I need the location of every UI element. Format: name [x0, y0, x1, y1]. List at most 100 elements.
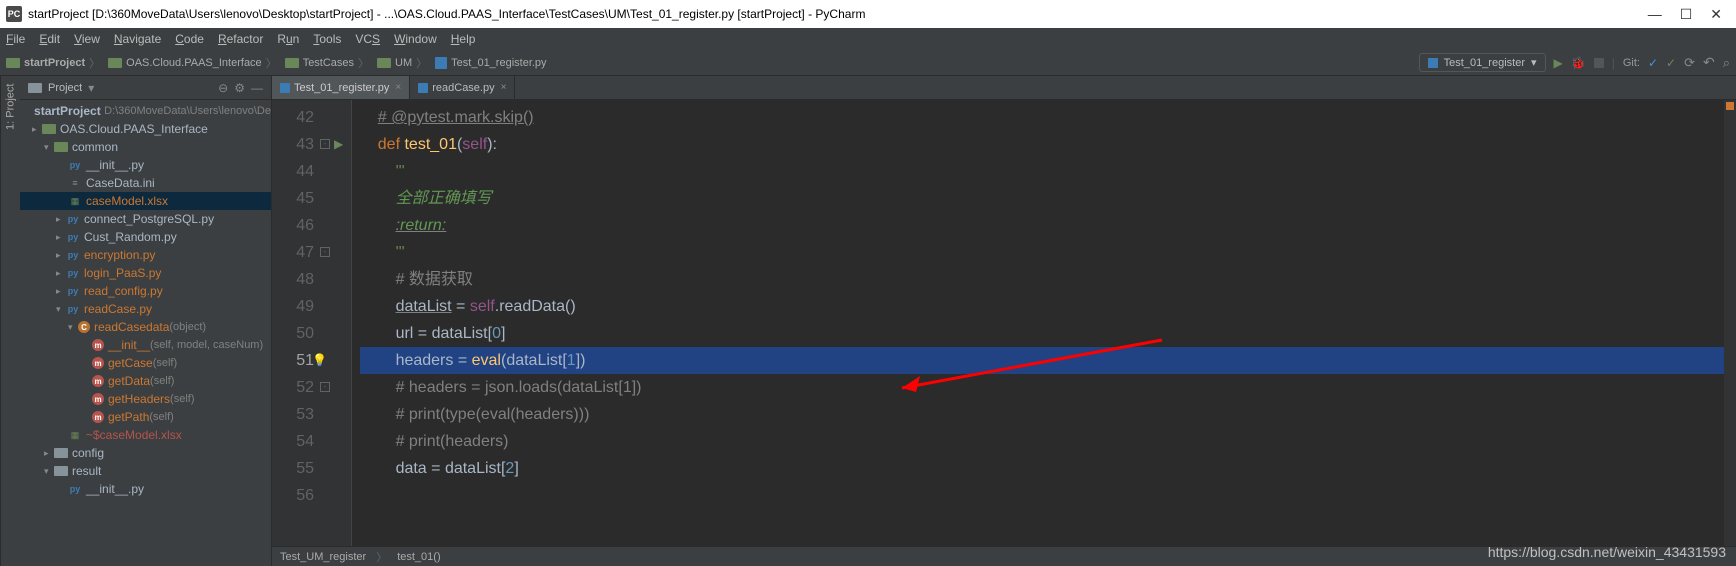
git-update-icon[interactable]: ✓: [1648, 56, 1658, 70]
python-icon: py: [66, 249, 80, 261]
python-icon: [418, 83, 428, 93]
breadcrumb-method[interactable]: test_01(): [397, 551, 440, 563]
method-icon: m: [92, 375, 104, 387]
maximize-icon[interactable]: ☐: [1680, 6, 1693, 23]
close-icon[interactable]: ✕: [1710, 6, 1722, 23]
tree-item[interactable]: py__init__.py: [20, 480, 271, 498]
menu-view[interactable]: View: [74, 32, 100, 46]
tree-item[interactable]: mgetCase(self): [20, 354, 271, 372]
menu-file[interactable]: File: [6, 32, 25, 46]
run-config-selector[interactable]: Test_01_register▾: [1419, 53, 1546, 72]
tree-item[interactable]: ▾pyreadCase.py: [20, 300, 271, 318]
tree-item[interactable]: ▸pyencryption.py: [20, 246, 271, 264]
fold-icon[interactable]: -: [320, 382, 330, 392]
python-icon: [1428, 58, 1438, 68]
watermark: https://blog.csdn.net/weixin_43431593: [1488, 544, 1726, 560]
run-gutter: ▶ 💡: [332, 100, 352, 546]
tree-item[interactable]: ▾CreadCasedata(object): [20, 318, 271, 336]
python-icon: py: [66, 231, 80, 243]
run-button[interactable]: ▶: [1554, 56, 1563, 70]
code-content[interactable]: # @pytest.mark.skip() def test_01(self):…: [352, 100, 1724, 546]
python-icon: py: [66, 213, 80, 225]
gear-icon[interactable]: ⚙: [234, 81, 245, 95]
python-icon: py: [66, 267, 80, 279]
project-tree[interactable]: startProject D:\360MoveData\Users\lenovo…: [20, 100, 271, 566]
fold-icon[interactable]: -: [320, 247, 330, 257]
tree-item[interactable]: py__init__.py: [20, 156, 271, 174]
hide-icon[interactable]: —: [251, 81, 263, 95]
editor-tabs: Test_01_register.py× readCase.py×: [272, 76, 1736, 100]
xlsx-icon: ▦: [68, 429, 82, 441]
crumb-root[interactable]: startProject: [24, 57, 85, 69]
code-editor[interactable]: 42 43- 44 45 46 47- 48 49 50 51 52- 53 5…: [272, 100, 1736, 546]
menu-vcs[interactable]: VCS: [355, 32, 380, 46]
tree-item[interactable]: ≡CaseData.ini: [20, 174, 271, 192]
tree-item[interactable]: ▸pyconnect_PostgreSQL.py: [20, 210, 271, 228]
menu-help[interactable]: Help: [451, 32, 476, 46]
search-everywhere-icon[interactable]: ⌕: [1723, 55, 1730, 71]
tree-item[interactable]: ▸pylogin_PaaS.py: [20, 264, 271, 282]
tree-item[interactable]: ▾common: [20, 138, 271, 156]
window-title: startProject [D:\360MoveData\Users\lenov…: [28, 7, 1648, 21]
chevron-down-icon: ▾: [1531, 56, 1537, 69]
warning-marker[interactable]: [1726, 102, 1734, 110]
menu-window[interactable]: Window: [394, 32, 437, 46]
chevron-down-icon[interactable]: ▾: [88, 81, 94, 95]
python-icon: py: [66, 303, 80, 315]
folder-icon: [54, 466, 68, 476]
git-revert-icon[interactable]: ↶: [1703, 54, 1715, 71]
crumb-3[interactable]: UM: [395, 57, 412, 69]
folder-icon: [108, 58, 122, 68]
crumb-file[interactable]: Test_01_register.py: [451, 57, 546, 69]
menu-run[interactable]: Run: [277, 32, 299, 46]
error-stripe[interactable]: [1724, 100, 1736, 546]
tree-root[interactable]: startProject D:\360MoveData\Users\lenovo…: [20, 102, 271, 120]
close-tab-icon[interactable]: ×: [395, 82, 401, 93]
menu-refactor[interactable]: Refactor: [218, 32, 263, 46]
run-test-icon[interactable]: ▶: [334, 137, 343, 151]
tree-item[interactable]: ▾result: [20, 462, 271, 480]
method-icon: m: [92, 339, 104, 351]
titlebar: PC startProject [D:\360MoveData\Users\le…: [0, 0, 1736, 28]
collapse-icon[interactable]: ⊖: [218, 81, 228, 95]
menu-edit[interactable]: Edit: [39, 32, 60, 46]
git-label: Git:: [1623, 57, 1640, 69]
tree-item[interactable]: mgetData(self): [20, 372, 271, 390]
python-icon: py: [68, 159, 82, 171]
stop-button[interactable]: [1594, 58, 1604, 68]
tree-item[interactable]: m__init__(self, model, caseNum): [20, 336, 271, 354]
tree-item[interactable]: ▸pyCust_Random.py: [20, 228, 271, 246]
tab-test-01-register[interactable]: Test_01_register.py×: [272, 76, 410, 99]
folder-icon: [28, 83, 42, 93]
pycharm-icon: PC: [6, 6, 22, 22]
tree-item[interactable]: ▸pyread_config.py: [20, 282, 271, 300]
tab-readcase[interactable]: readCase.py×: [410, 76, 515, 99]
folder-icon: [54, 142, 68, 152]
debug-button[interactable]: 🐞: [1571, 56, 1586, 70]
navbar: startProject〉 OAS.Cloud.PAAS_Interface〉 …: [0, 50, 1736, 76]
menu-navigate[interactable]: Navigate: [114, 32, 161, 46]
folder-icon: [54, 448, 68, 458]
intention-bulb-icon[interactable]: 💡: [312, 353, 327, 367]
fold-icon[interactable]: -: [320, 139, 330, 149]
python-icon: py: [68, 483, 82, 495]
tree-item[interactable]: mgetHeaders(self): [20, 390, 271, 408]
tree-item[interactable]: mgetPath(self): [20, 408, 271, 426]
crumb-1[interactable]: OAS.Cloud.PAAS_Interface: [126, 57, 262, 69]
crumb-2[interactable]: TestCases: [303, 57, 354, 69]
minimize-icon[interactable]: —: [1648, 6, 1662, 23]
menubar: File Edit View Navigate Code Refactor Ru…: [0, 28, 1736, 50]
menu-tools[interactable]: Tools: [313, 32, 341, 46]
folder-icon: [377, 58, 391, 68]
close-tab-icon[interactable]: ×: [501, 82, 507, 93]
tree-item[interactable]: ▸config: [20, 444, 271, 462]
project-toolwindow-tab[interactable]: 1: Project: [0, 76, 20, 566]
tree-item-selected[interactable]: ▦caseModel.xlsx: [20, 192, 271, 210]
breadcrumb-class[interactable]: Test_UM_register: [280, 551, 366, 563]
git-history-icon[interactable]: ⟳: [1684, 55, 1695, 71]
tree-item[interactable]: ▦~$caseModel.xlsx: [20, 426, 271, 444]
git-commit-icon[interactable]: ✓: [1666, 56, 1676, 70]
project-title: Project: [48, 82, 82, 94]
tree-item[interactable]: ▸OAS.Cloud.PAAS_Interface: [20, 120, 271, 138]
menu-code[interactable]: Code: [175, 32, 204, 46]
